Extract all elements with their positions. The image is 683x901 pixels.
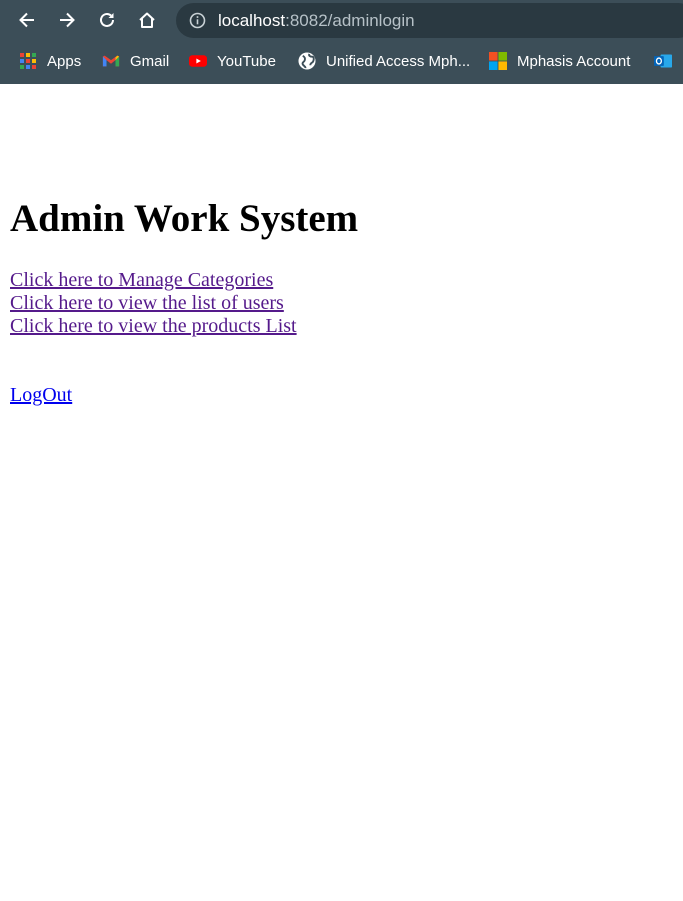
bookmark-outlook[interactable] [654,50,682,72]
bookmark-label: Unified Access Mph... [326,52,471,70]
reload-button[interactable] [91,4,123,36]
info-icon[interactable] [189,12,206,29]
products-list-link[interactable]: Click here to view the products List [10,315,297,338]
bookmark-youtube[interactable]: YouTube [189,50,276,72]
youtube-icon [189,55,207,67]
bookmarks-bar: Apps Gmail YouTube Unified Access Mph... [0,44,683,78]
browser-toolbar: localhost:8082/adminlogin [0,0,683,40]
back-button[interactable] [11,4,43,36]
home-icon [139,12,155,28]
browser-chrome: localhost:8082/adminlogin Apps Gmail You… [0,0,683,84]
outlook-icon [654,54,672,68]
arrow-right-icon [60,12,75,28]
url-host: localhost [218,11,286,30]
manage-categories-link[interactable]: Click here to Manage Categories [10,269,297,292]
page-title: Admin Work System [10,197,359,240]
gmail-icon [102,55,120,67]
arrow-left-icon [19,12,34,28]
globe-icon [298,52,316,70]
bookmark-mphasis-account[interactable]: Mphasis Account [489,50,630,72]
logout-link[interactable]: LogOut [10,384,72,407]
microsoft-icon [489,52,507,70]
url-path: :8082/adminlogin [285,11,415,30]
bookmark-label: Mphasis Account [517,52,631,70]
forward-button[interactable] [51,4,83,36]
url-text[interactable]: localhost:8082/adminlogin [218,11,415,31]
address-bar[interactable]: localhost:8082/adminlogin [176,3,683,38]
bookmark-gmail[interactable]: Gmail [102,50,169,72]
reload-icon [100,12,114,27]
bookmark-label: YouTube [217,52,276,70]
bookmark-label: Gmail [130,52,170,70]
admin-links: Click here to Manage Categories Click he… [10,269,297,338]
bookmark-unified-access[interactable]: Unified Access Mph... [298,50,470,72]
users-list-link[interactable]: Click here to view the list of users [10,292,297,315]
bookmark-label: Apps [47,52,82,70]
apps-grid-icon [20,53,36,69]
bookmark-apps[interactable]: Apps [19,50,81,72]
home-button[interactable] [131,4,163,36]
